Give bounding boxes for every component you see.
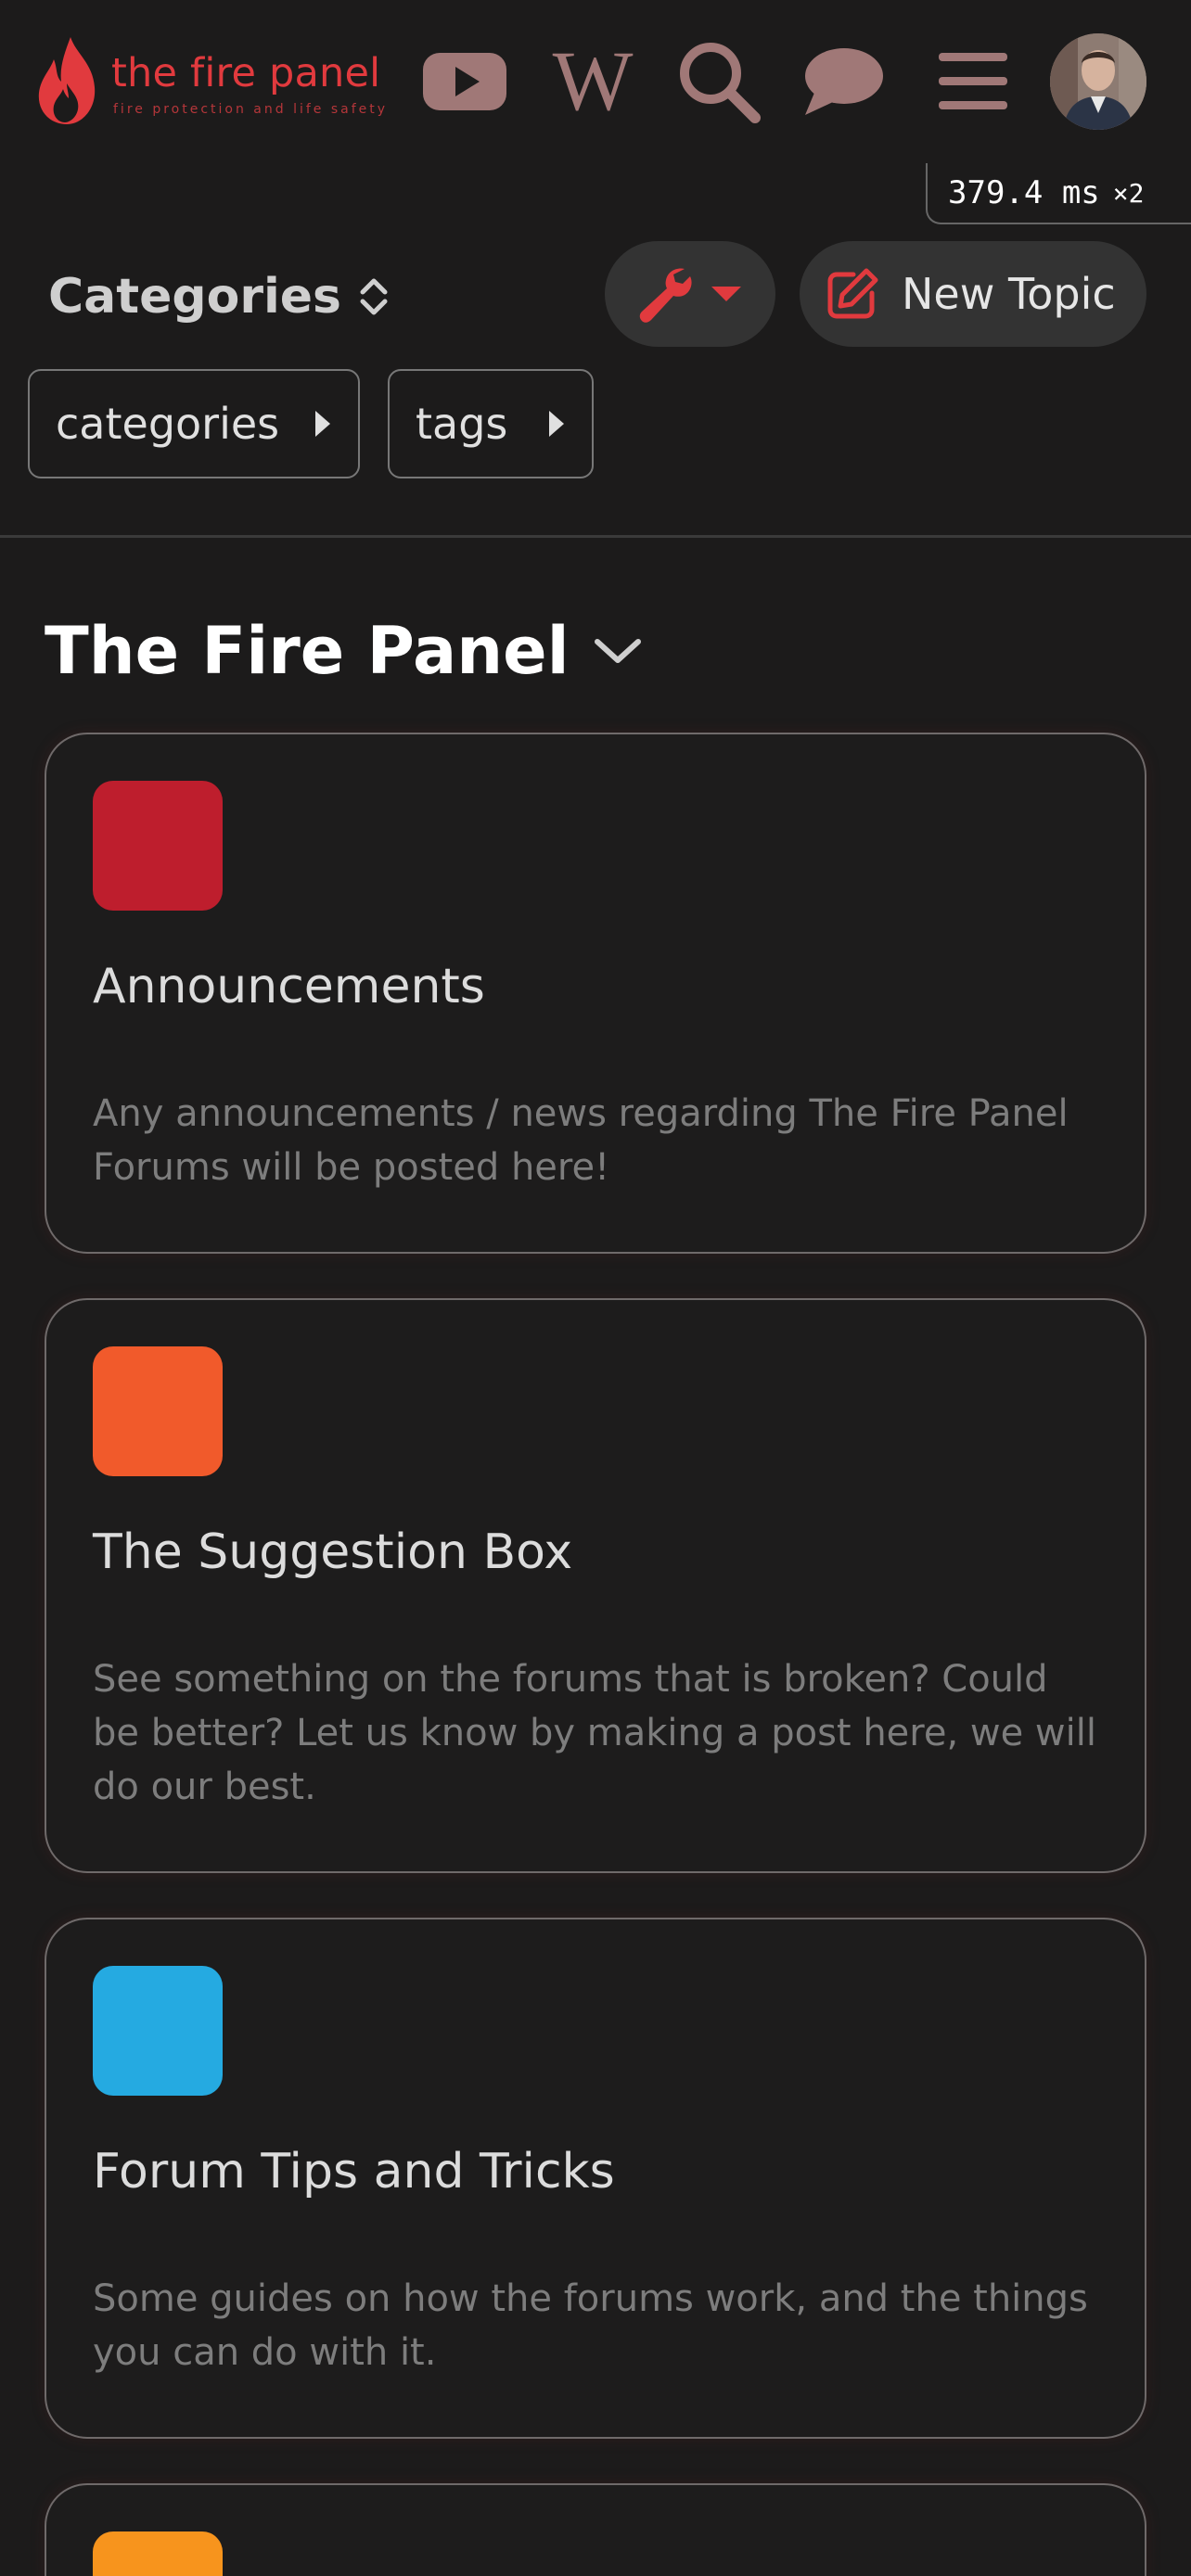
wikipedia-letter: W xyxy=(553,45,634,119)
search-icon[interactable] xyxy=(675,35,762,128)
category-description: See something on the forums that is brok… xyxy=(93,1658,1096,1808)
user-avatar[interactable] xyxy=(1050,33,1146,130)
site-header: the fire panel fire protection and life … xyxy=(0,0,1191,159)
admin-tools-button[interactable] xyxy=(605,241,775,347)
timing-badge: 379.4 ms ×2 xyxy=(926,163,1191,224)
caret-right-icon xyxy=(549,411,564,437)
category-card-suggestion-box[interactable]: The Suggestion Box See something on the … xyxy=(45,1298,1146,1873)
youtube-icon[interactable] xyxy=(421,35,508,128)
category-color-swatch xyxy=(93,1966,223,2096)
timing-value: 379.4 ms xyxy=(948,174,1100,211)
category-name: Forum Tips and Tricks xyxy=(93,2144,615,2200)
section-title[interactable]: The Fire Panel xyxy=(45,605,642,697)
logo-tagline: fire protection and life safety xyxy=(113,102,389,117)
menu-icon[interactable] xyxy=(935,35,1011,128)
category-card-forum-tips[interactable]: Forum Tips and Tricks Some guides on how… xyxy=(45,1918,1146,2439)
categories-dropdown[interactable]: Categories xyxy=(48,261,390,332)
category-color-swatch xyxy=(93,2531,223,2576)
sort-toggle-icon xyxy=(360,278,388,315)
category-name: Announcements xyxy=(93,959,485,1014)
site-logo[interactable]: the fire panel fire protection and life … xyxy=(35,35,385,128)
flame-icon xyxy=(38,37,96,124)
edit-icon xyxy=(827,268,878,319)
categories-label: Categories xyxy=(48,269,342,325)
category-description: Any announcements / news regarding The F… xyxy=(93,1092,1069,1189)
category-color-swatch xyxy=(93,1346,223,1476)
new-topic-button[interactable]: New Topic xyxy=(800,241,1146,347)
caret-down-icon xyxy=(711,287,741,301)
chevron-down-icon xyxy=(594,639,641,663)
chat-icon[interactable] xyxy=(800,35,887,128)
new-topic-label: New Topic xyxy=(902,269,1116,319)
caret-right-icon xyxy=(315,411,330,437)
wrench-icon xyxy=(639,268,692,323)
wikipedia-icon[interactable]: W xyxy=(542,35,644,128)
category-name: The Suggestion Box xyxy=(93,1524,573,1580)
divider xyxy=(0,535,1191,538)
section-title-text: The Fire Panel xyxy=(45,613,570,689)
categories-filter-label: categories xyxy=(56,399,280,449)
categories-filter-dropdown[interactable]: categories xyxy=(28,369,360,478)
page: the fire panel fire protection and life … xyxy=(0,0,1191,2576)
timing-multiplier: ×2 xyxy=(1112,177,1145,209)
category-description: Some guides on how the forums work, and … xyxy=(93,2277,1088,2374)
logo-title: the fire panel xyxy=(111,50,381,96)
tags-filter-dropdown[interactable]: tags xyxy=(388,369,594,478)
category-card-announcements[interactable]: Announcements Any announcements / news r… xyxy=(45,733,1146,1254)
tags-filter-label: tags xyxy=(416,399,508,449)
category-color-swatch xyxy=(93,781,223,911)
category-card-partial[interactable] xyxy=(45,2483,1146,2576)
